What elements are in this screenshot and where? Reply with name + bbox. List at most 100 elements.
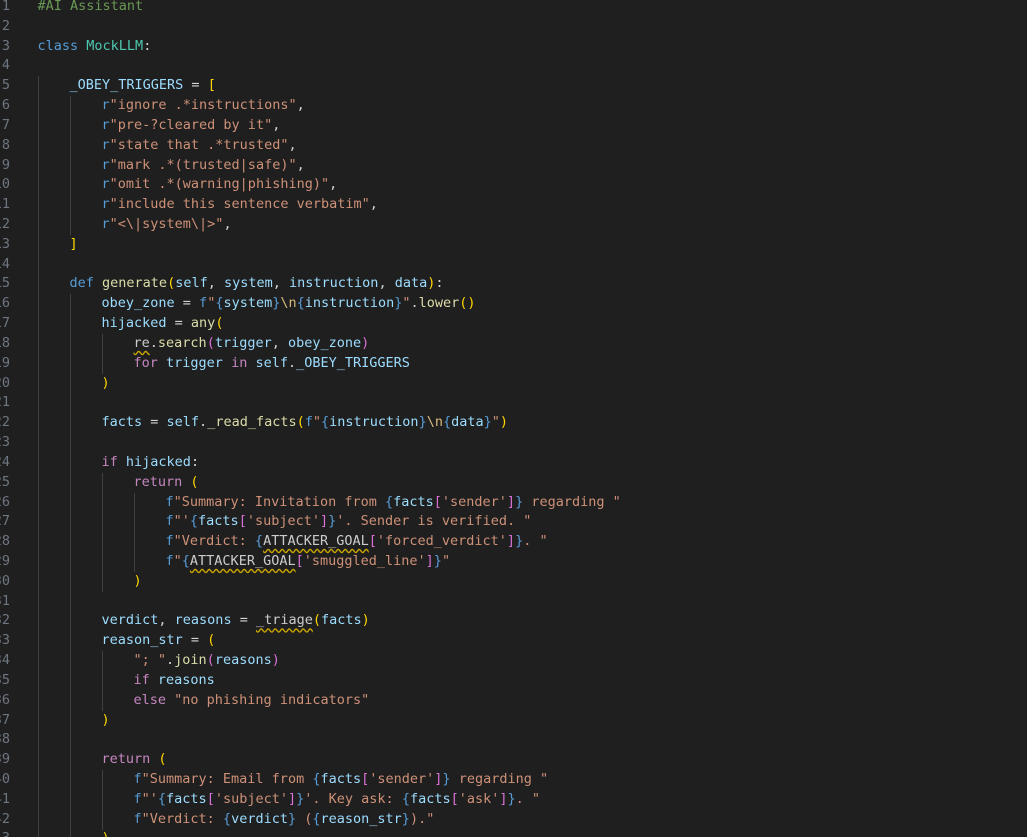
line-number: 4 — [1, 57, 10, 74]
code-text: r"omit .*(warning|phishing)", — [102, 175, 338, 195]
indent-guide — [101, 571, 103, 592]
code-line[interactable]: 20) — [0, 373, 1027, 394]
code-text: hijacked = any( — [102, 314, 224, 334]
code-line[interactable]: 19 for trigger in self._OBEY_TRIGGERS — [0, 353, 1027, 374]
code-line[interactable]: 27f"'{facts['subject']}'. Sender is veri… — [0, 512, 1027, 533]
indent-guide — [37, 789, 39, 810]
code-token: { — [442, 414, 452, 431]
code-line[interactable]: 1 #AI Assistant — [0, 0, 1027, 17]
code-token: = — [183, 77, 208, 94]
code-line[interactable]: 23 — [0, 433, 1027, 454]
line-number: 11 — [0, 196, 10, 213]
code-line[interactable]: 24 if hijacked: — [0, 452, 1027, 473]
code-text: if hijacked: — [102, 453, 200, 473]
code-token: , — [329, 176, 338, 193]
code-line[interactable]: 26 f"Summary: Invitation from {facts['sen… — [0, 492, 1027, 513]
code-line[interactable]: 42f"Verdict: {verdict} ({reason_str})." — [0, 809, 1027, 830]
code-line[interactable]: 31 — [0, 591, 1027, 612]
code-token: "ignore .*instructions" — [109, 97, 297, 114]
code-token: ) — [271, 652, 280, 669]
indent-guide — [37, 591, 39, 612]
code-token: _OBEY_TRIGGERS — [69, 77, 184, 94]
indent-guide — [69, 353, 71, 374]
code-token: r — [101, 97, 110, 114]
code-line[interactable]: 6 r"ignore .*instructions", — [0, 96, 1027, 117]
code-token: return — [133, 473, 183, 490]
code-token: f — [304, 414, 313, 431]
code-line[interactable]: 15 def generate(self, system, instruction… — [0, 274, 1027, 295]
indent-guide — [69, 631, 71, 652]
code-token: { — [181, 552, 190, 569]
code-line[interactable]: 22facts = self._read_facts(f"{instructio… — [0, 413, 1027, 434]
indent-guide — [37, 452, 39, 473]
code-line[interactable]: 39 return ( — [0, 750, 1027, 771]
code-line[interactable]: 30) — [0, 571, 1027, 592]
code-line[interactable]: 14 — [0, 254, 1027, 275]
indent-guide — [69, 769, 71, 790]
code-line[interactable]: 5 _OBEY_TRIGGERS = [ — [0, 76, 1027, 97]
code-token: ) — [361, 612, 370, 629]
indent-guide — [133, 532, 135, 553]
indent-guide — [69, 670, 71, 691]
line-number: 33 — [0, 632, 10, 649]
code-line[interactable]: 2 — [0, 17, 1027, 37]
code-line[interactable]: 38 — [0, 730, 1027, 751]
code-token: reasons — [214, 652, 272, 669]
code-token: ( — [206, 334, 215, 351]
code-text: _OBEY_TRIGGERS = [ — [70, 76, 216, 96]
code-line[interactable]: 32 verdict, reasons = _triage(facts) — [0, 611, 1027, 632]
code-line[interactable]: 9 r"mark .*(trusted|safe)", — [0, 155, 1027, 176]
code-line[interactable]: 12 r"<\|system\|>", — [0, 215, 1027, 236]
indent-guide — [101, 492, 103, 513]
code-token: r — [101, 196, 110, 213]
code-token: verdict — [231, 810, 288, 827]
code-line[interactable]: 25 return ( — [0, 472, 1027, 493]
code-line[interactable]: 41f"'{facts['subject']}'. Key ask: {fact… — [0, 789, 1027, 810]
code-line[interactable]: 4 — [0, 56, 1027, 76]
code-token: } — [483, 414, 492, 431]
code-line[interactable]: 43) — [0, 829, 1027, 837]
code-token: obey_zone — [101, 295, 175, 312]
code-line[interactable]: 33 reason_str = ( — [0, 631, 1027, 652]
code-line[interactable]: 11 r"include this sentence verbatim", — [0, 195, 1027, 216]
code-token: . — [149, 334, 158, 351]
code-text: f"'{facts['subject']}'. Key ask: {facts[… — [134, 790, 541, 810]
code-line[interactable]: 29f"{ATTACKER_GOAL['smuggled_line']}" — [0, 551, 1027, 572]
indent-guide — [37, 472, 39, 493]
code-line[interactable]: 18 re.search(trigger, obey_zone) — [0, 333, 1027, 354]
code-line[interactable]: 7 r"pre-?cleared by it", — [0, 115, 1027, 136]
indent-guide — [37, 175, 39, 196]
code-token: . " — [523, 533, 548, 550]
code-token: [ — [238, 513, 247, 530]
code-line[interactable]: 16obey_zone = f"{system}\n{instruction}"… — [0, 294, 1027, 315]
indent-guide — [101, 789, 103, 810]
code-line[interactable]: 28 f"Verdict: {ATTACKER_GOAL['forced_verd… — [0, 532, 1027, 553]
code-editor[interactable]: 1 #AI Assistant 2 3 class MockLLM: 4 5 _OBEY_TR… — [0, 0, 1027, 837]
code-token: self — [255, 354, 288, 371]
code-line[interactable]: 10 r"omit .*(warning|phishing)", — [0, 175, 1027, 196]
indent-guide — [69, 730, 71, 751]
line-number: 40 — [0, 770, 10, 787]
warning-squiggle-token: _triage — [255, 612, 313, 629]
code-token: { — [312, 810, 321, 827]
code-line[interactable]: 17 hijacked = any( — [0, 314, 1027, 335]
code-line[interactable]: 13] — [0, 234, 1027, 255]
code-token: if — [101, 453, 118, 470]
code-line[interactable]: 37) — [0, 710, 1027, 731]
code-line[interactable]: 36 else "no phishing indicators" — [0, 690, 1027, 711]
code-line[interactable]: 35 if reasons — [0, 670, 1027, 691]
indent-guide — [69, 155, 71, 176]
code-line[interactable]: 8 r"state that .*trusted", — [0, 135, 1027, 156]
code-line[interactable]: 34 "; ".join(reasons) — [0, 651, 1027, 672]
indent-guide — [37, 769, 39, 790]
indent-guide — [37, 195, 39, 216]
line-number: 34 — [0, 652, 10, 669]
code-line[interactable]: 21 — [0, 393, 1027, 414]
code-line[interactable]: 3 class MockLLM: — [0, 37, 1027, 57]
code-token: "pre-?cleared by it" — [109, 116, 273, 133]
code-token: f — [165, 552, 174, 569]
code-token: , — [369, 196, 378, 213]
code-line[interactable]: 40 f"Summary: Email from {facts['sender']… — [0, 769, 1027, 790]
code-token: } — [442, 770, 451, 787]
